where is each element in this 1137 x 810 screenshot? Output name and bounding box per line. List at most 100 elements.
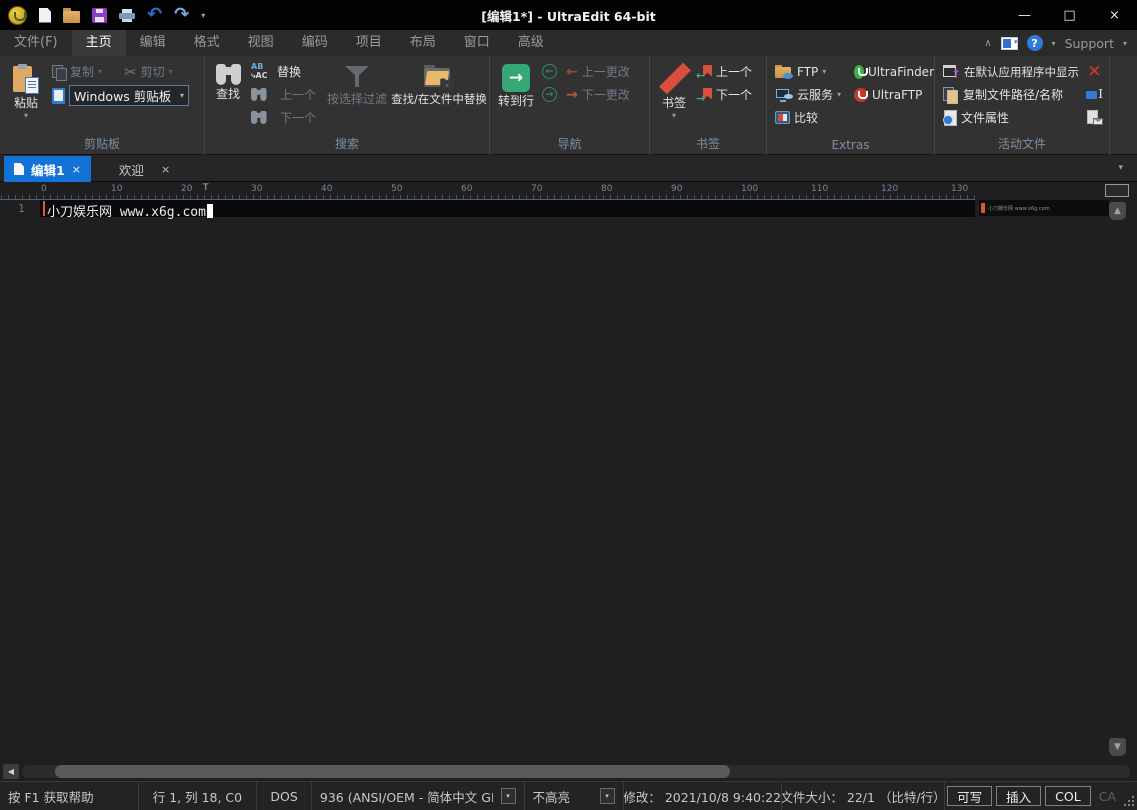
new-file-icon[interactable] — [39, 8, 51, 23]
ruler-mark: 100 — [741, 184, 758, 194]
column-ruler: T 0102030405060708090100110120130 — [0, 182, 975, 200]
find-replace-in-files-button[interactable]: 查找/在文件中替换 — [389, 60, 489, 129]
ribbon-tab-view[interactable]: 视图 — [234, 30, 288, 56]
document-text[interactable]: 小刀娱乐网 www.x6g.com — [47, 201, 213, 220]
ultrafinder-button[interactable]: UltraFinder — [854, 60, 934, 83]
ftp-label: FTP — [797, 65, 818, 79]
bookmark-button[interactable]: 书签 ▾ — [650, 60, 698, 119]
status-encoding[interactable]: 936 (ANSI/OEM - 简体中文 GBK) ▾ — [312, 782, 525, 810]
tab-welcome-label: 欢迎 — [119, 160, 144, 179]
maximize-button[interactable]: □ — [1047, 0, 1092, 30]
status-file-size: 文件大小： 22/1 （比特/行） — [782, 782, 945, 810]
ribbon-tab-window[interactable]: 窗口 — [450, 30, 504, 56]
status-caret-position[interactable]: 行 1, 列 18, C0 — [139, 782, 258, 810]
tab-welcome[interactable]: 欢迎 × — [109, 156, 180, 182]
minimap[interactable]: 小刀娱乐网 www.x6g.com — [979, 200, 1109, 216]
open-file-icon[interactable] — [63, 11, 80, 23]
status-syntax-highlight[interactable]: 不高亮 ▾ — [525, 782, 624, 810]
hscroll-thumb[interactable] — [55, 765, 730, 778]
find-in-files-label: 查找/在文件中替换 — [391, 93, 487, 106]
tab-welcome-close-icon[interactable]: × — [161, 163, 170, 176]
encoding-dropdown-icon[interactable]: ▾ — [501, 788, 516, 804]
tab-list-dropdown-icon[interactable]: ▾ — [1118, 163, 1123, 173]
status-insert-mode-toggle[interactable]: 插入 — [996, 786, 1041, 806]
ultraftp-button[interactable]: UltraFTP — [854, 83, 934, 106]
ftp-button[interactable]: FTP ▾ — [775, 60, 854, 83]
filter-label: 按选择过滤 — [327, 93, 387, 106]
close-file-icon: × — [1087, 64, 1101, 79]
group-bookmarks: 书签 ▾ ← 上一个 → 下一个 书签 — [650, 56, 767, 155]
clipboard-selector-dropdown-icon[interactable]: ▾ — [180, 91, 184, 100]
ribbon-tab-home[interactable]: 主页 — [72, 30, 126, 56]
cut-button: ✂ 剪切 ▾ — [124, 60, 173, 83]
line-number: 1 — [18, 202, 25, 215]
compare-label: 比较 — [794, 109, 818, 126]
close-file-button[interactable]: × — [1087, 60, 1101, 83]
show-in-default-app-button[interactable]: ↑ 在默认应用程序中显示 — [943, 60, 1083, 83]
previous-bookmark-label: 上一个 — [716, 63, 752, 80]
clipboard-selector-icon[interactable] — [52, 88, 65, 104]
support-menu[interactable]: Support — [1065, 36, 1114, 51]
ultrafinder-icon — [854, 65, 864, 79]
status-help: 按 F1 获取帮助 — [0, 782, 139, 810]
goto-line-button[interactable]: → 转到行 — [490, 60, 542, 108]
vertical-scrollbar-thumb[interactable] — [1105, 184, 1129, 197]
ruler-mark: 70 — [531, 184, 542, 194]
help-dropdown-icon[interactable]: ▾ — [1052, 39, 1056, 48]
minimize-button[interactable]: — — [1002, 0, 1047, 30]
status-line-ending[interactable]: DOS — [257, 782, 312, 810]
ribbon-tab-format[interactable]: 格式 — [180, 30, 234, 56]
ultraftp-icon — [854, 88, 868, 102]
tab-edit1[interactable]: 编辑1 × — [4, 156, 91, 182]
email-file-button[interactable] — [1087, 106, 1103, 129]
previous-bookmark-button[interactable]: ← 上一个 — [698, 60, 764, 83]
help-icon[interactable]: ? — [1027, 35, 1043, 51]
editor-area[interactable]: T 0102030405060708090100110120130 1 小刀娱乐… — [0, 182, 1137, 762]
find-next-button: 下一个 — [251, 106, 325, 129]
collapse-ribbon-icon[interactable]: ∧ — [984, 38, 991, 49]
tab-edit1-close-icon[interactable]: × — [72, 163, 81, 176]
ribbon-tab-project[interactable]: 项目 — [342, 30, 396, 56]
horizontal-scrollbar[interactable]: ◀ — [0, 762, 1137, 781]
ribbon-tab-edit[interactable]: 编辑 — [126, 30, 180, 56]
ribbon-tab-file[interactable]: 文件(F) — [0, 30, 72, 56]
status-highlight-value: 不高亮 — [533, 787, 592, 806]
next-change-button: → 下一更改 — [566, 83, 648, 106]
undo-icon[interactable]: ↶ — [147, 7, 162, 23]
copy-file-path-button[interactable]: 复制文件路径/名称 — [943, 83, 1083, 106]
cloud-services-button[interactable]: 云服务 ▾ — [775, 83, 854, 106]
rename-file-button[interactable]: I — [1086, 83, 1103, 106]
scroll-up-badge-icon[interactable]: ▲ — [1109, 202, 1126, 220]
titlebar: ↶ ↷ ▾ [编辑1*] - UltraEdit 64-bit — □ × — [0, 0, 1137, 30]
minimap-cursor — [981, 203, 985, 213]
scroll-down-badge-icon[interactable]: ▼ — [1109, 738, 1126, 756]
file-properties-button[interactable]: 文件属性 — [943, 106, 1083, 129]
ribbon-display-options-icon[interactable] — [1001, 37, 1018, 50]
next-change-label: 下一更改 — [582, 86, 630, 103]
group-search: 查找 AB⤷AC 替换 上一个 下一个 — [205, 56, 490, 155]
replace-button[interactable]: AB⤷AC 替换 — [251, 60, 325, 83]
compare-button[interactable]: 比较 — [775, 106, 854, 129]
ribbon-tab-advanced[interactable]: 高级 — [504, 30, 558, 56]
print-icon[interactable] — [119, 9, 135, 22]
scroll-left-button[interactable]: ◀ — [3, 764, 19, 779]
find-button[interactable]: 查找 — [205, 60, 251, 129]
highlight-dropdown-icon[interactable]: ▾ — [600, 788, 615, 804]
customize-qat-icon[interactable]: ▾ — [201, 11, 205, 20]
close-button[interactable]: × — [1092, 0, 1137, 30]
save-icon[interactable] — [92, 8, 107, 23]
support-dropdown-icon[interactable]: ▾ — [1123, 39, 1127, 48]
previous-change-label: 上一更改 — [582, 63, 630, 80]
ultraedit-logo-icon[interactable] — [8, 6, 27, 25]
next-bookmark-icon: → — [698, 88, 712, 102]
next-bookmark-button[interactable]: → 下一个 — [698, 83, 764, 106]
resize-grip[interactable] — [1122, 794, 1134, 806]
tab-edit1-label: 编辑1 — [31, 160, 65, 179]
redo-icon[interactable]: ↷ — [174, 7, 189, 23]
status-writable-toggle[interactable]: 可写 — [947, 786, 992, 806]
ribbon-tab-layout[interactable]: 布局 — [396, 30, 450, 56]
clipboard-selector[interactable]: Windows 剪贴板 ▾ — [69, 85, 189, 106]
paste-button[interactable]: 粘贴 ▾ — [0, 60, 52, 119]
ribbon-tab-coding[interactable]: 编码 — [288, 30, 342, 56]
status-column-mode-toggle[interactable]: COL — [1045, 786, 1091, 806]
